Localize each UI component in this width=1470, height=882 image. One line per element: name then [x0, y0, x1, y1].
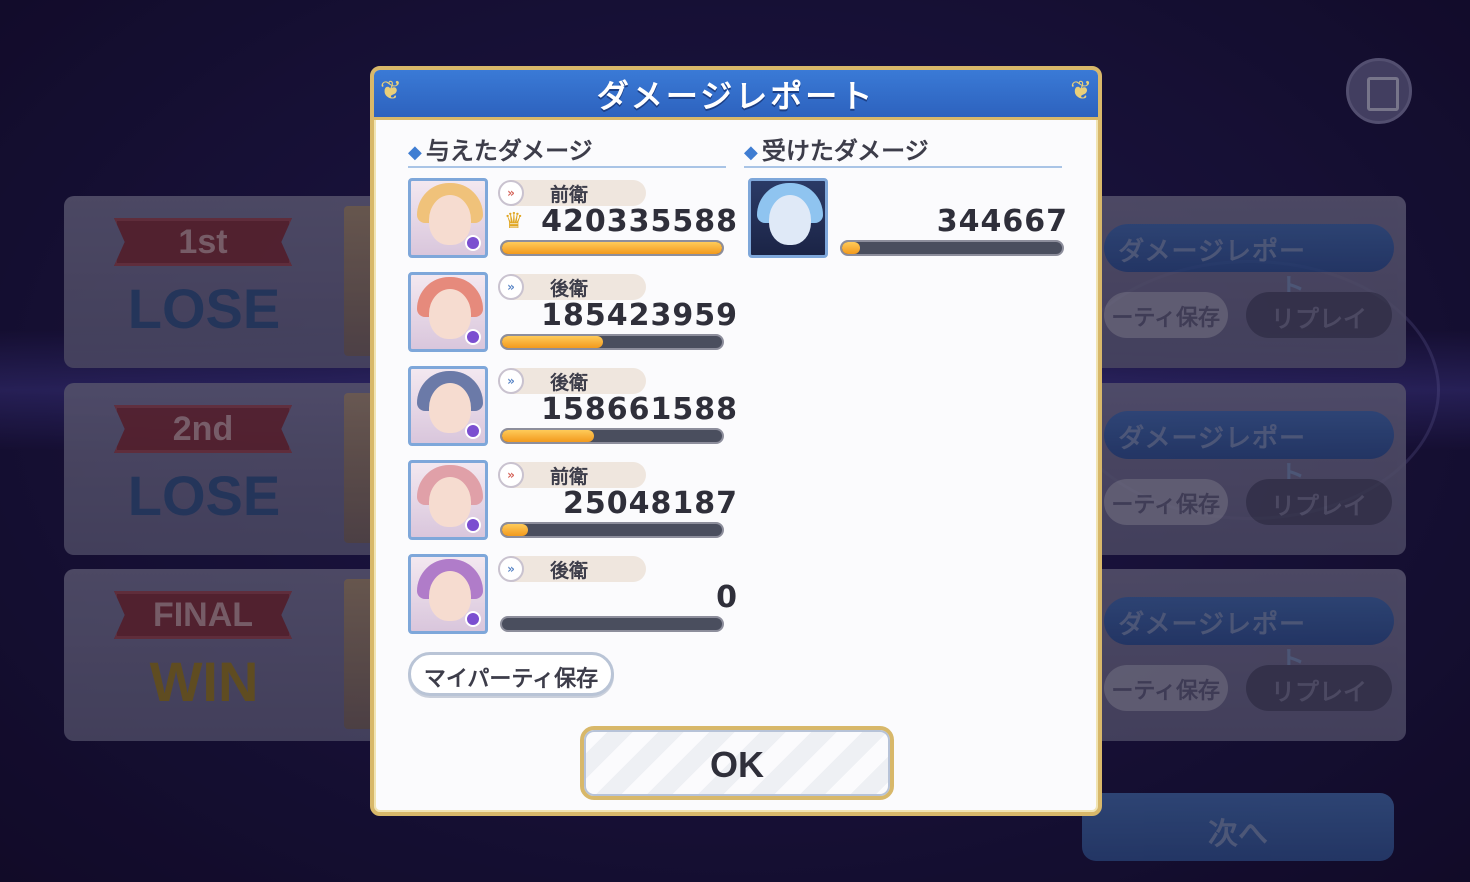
damage-value: 158661588	[541, 392, 738, 427]
dealt-damage-row: » 前衛 ♛ 420335588	[408, 178, 738, 262]
damage-bar	[500, 428, 724, 444]
position-label: 後衛	[550, 277, 589, 300]
ornament-icon: ❦	[1070, 76, 1092, 106]
damage-bar-fill	[502, 242, 722, 254]
dealt-damage-row: » 後衛 158661588	[408, 366, 738, 450]
damage-value: 420335588	[541, 204, 738, 239]
character-portrait	[408, 178, 488, 258]
position-tag: » 後衛	[498, 274, 646, 300]
portrait-face	[429, 571, 471, 621]
dealt-damage-row: » 後衛 0	[408, 554, 738, 638]
rank-badge-icon	[465, 517, 481, 533]
position-label: 後衛	[550, 371, 589, 394]
position-tag: » 後衛	[498, 556, 646, 582]
damage-bar-fill	[502, 336, 604, 348]
taken-damage-title: 受けたダメージ	[761, 136, 929, 165]
rank-badge-icon	[465, 611, 481, 627]
rank-badge-icon	[465, 329, 481, 345]
character-portrait	[408, 554, 488, 634]
chevron-icon: »	[498, 180, 524, 206]
dialog-title: ダメージレポート	[596, 76, 876, 115]
position-label: 前衛	[550, 183, 589, 206]
damage-bar-fill	[502, 524, 529, 536]
chevron-icon: »	[498, 274, 524, 300]
diamond-icon: ◆	[744, 141, 758, 163]
crown-icon: ♛	[504, 209, 524, 234]
ok-button[interactable]: OK	[580, 726, 894, 800]
damage-value: 0	[716, 580, 738, 615]
chevron-icon: »	[498, 368, 524, 394]
portrait-face	[429, 383, 471, 433]
taken-damage-row: 344667	[748, 178, 1068, 262]
dealt-damage-title: 与えたダメージ	[425, 136, 593, 165]
dealt-damage-row: » 前衛 25048187	[408, 460, 738, 544]
position-tag: » 前衛	[498, 180, 646, 206]
enemy-portrait	[748, 178, 828, 258]
damage-value: 185423959	[541, 298, 738, 333]
damage-bar	[500, 616, 724, 632]
rank-badge-icon	[465, 235, 481, 251]
save-party-button[interactable]: マイパーティ保存	[408, 652, 614, 696]
portrait-face	[769, 195, 811, 245]
position-tag: » 後衛	[498, 368, 646, 394]
dealt-damage-header: ◆ 与えたダメージ	[408, 130, 726, 168]
damage-bar	[500, 240, 724, 256]
damage-bar	[500, 334, 724, 350]
position-label: 後衛	[550, 559, 589, 582]
portrait-face	[429, 477, 471, 527]
character-portrait	[408, 460, 488, 540]
diamond-icon: ◆	[408, 141, 422, 163]
portrait-face	[429, 289, 471, 339]
damage-value: 25048187	[563, 486, 738, 521]
damage-bar	[840, 240, 1064, 256]
chevron-icon: »	[498, 462, 524, 488]
dealt-damage-row: » 後衛 185423959	[408, 272, 738, 356]
ornament-icon: ❦	[380, 76, 402, 106]
damage-bar	[500, 522, 724, 538]
portrait-face	[429, 195, 471, 245]
damage-bar-fill	[842, 242, 860, 254]
character-portrait	[408, 272, 488, 352]
taken-damage-header: ◆ 受けたダメージ	[744, 130, 1062, 168]
character-portrait	[408, 366, 488, 446]
dialog-header: ❦ ダメージレポート ❦	[374, 70, 1098, 120]
damage-value: 344667	[936, 204, 1068, 239]
rank-badge-icon	[465, 423, 481, 439]
chevron-icon: »	[498, 556, 524, 582]
position-label: 前衛	[550, 465, 589, 488]
position-tag: » 前衛	[498, 462, 646, 488]
damage-bar-fill	[502, 430, 595, 442]
damage-report-dialog: ❦ ダメージレポート ❦ ◆ 与えたダメージ ◆ 受けたダメージ » 前衛 ♛ …	[370, 66, 1102, 816]
